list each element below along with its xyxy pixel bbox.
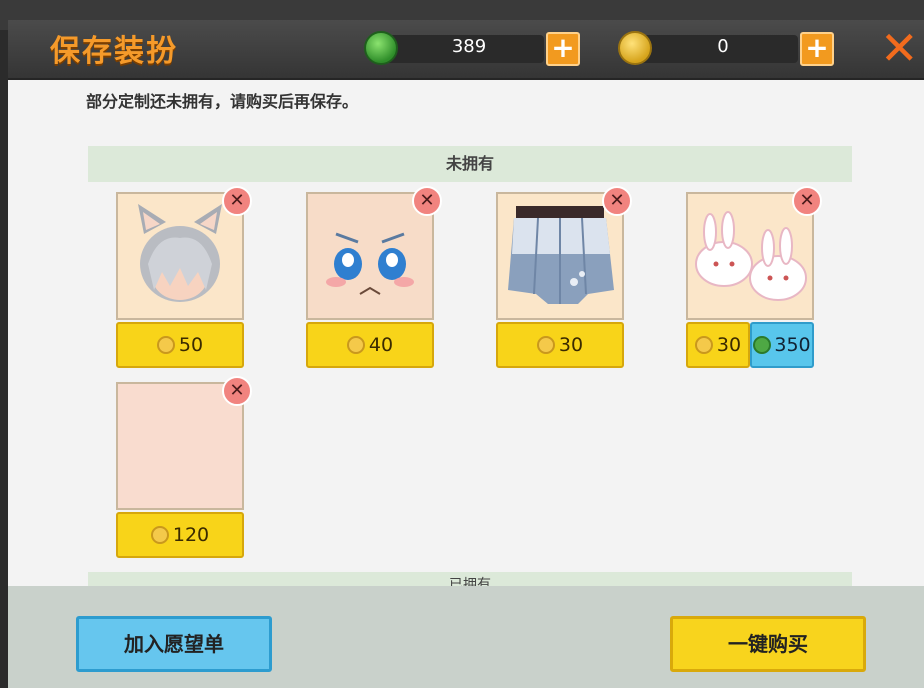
coin-price-button[interactable]: 40	[306, 322, 434, 368]
gem-count: 389	[451, 36, 487, 57]
item-skirt[interactable]: ✕ 30	[496, 186, 632, 372]
gold-coin-icon	[618, 31, 652, 65]
gem-icon	[753, 336, 772, 354]
add-coins-button[interactable]: +	[800, 32, 834, 66]
section-owned: 已拥有	[88, 572, 852, 586]
coin-price-button[interactable]: 30	[496, 322, 624, 368]
remove-item-icon[interactable]: ✕	[792, 186, 822, 216]
coin-price-button[interactable]: 50	[116, 322, 244, 368]
item-thumbnail	[686, 192, 814, 320]
coin-icon	[150, 526, 169, 544]
buy-all-button[interactable]: 一键购买	[670, 616, 866, 672]
coin-price-button[interactable]: 30	[686, 322, 750, 368]
gem-price-button[interactable]: 350	[750, 322, 814, 368]
coin-count: 0	[717, 36, 729, 57]
item-thumbnail	[116, 192, 244, 320]
section-not-owned: 未拥有	[88, 146, 852, 182]
coin-icon	[536, 336, 555, 354]
add-gems-button[interactable]: +	[546, 32, 580, 66]
add-to-wishlist-button[interactable]: 加入愿望单	[76, 616, 272, 672]
item-cat-ear-hair[interactable]: ✕ 50	[116, 186, 252, 372]
green-gem-icon	[364, 31, 398, 65]
dialog-header: 保存装扮 389 + 0 + ✕	[8, 20, 924, 80]
info-message: 部分定制还未拥有，请购买后再保存。	[86, 92, 359, 111]
remove-item-icon[interactable]: ✕	[602, 186, 632, 216]
item-skin-tone[interactable]: ✕ 120	[116, 376, 252, 562]
dialog-title: 保存装扮	[50, 34, 178, 69]
close-icon[interactable]: ✕	[880, 24, 924, 74]
coin-icon	[346, 336, 365, 354]
item-thumbnail	[306, 192, 434, 320]
item-thumbnail	[496, 192, 624, 320]
item-thumbnail	[116, 382, 244, 510]
remove-item-icon[interactable]: ✕	[222, 376, 252, 406]
remove-item-icon[interactable]: ✕	[222, 186, 252, 216]
remove-item-icon[interactable]: ✕	[412, 186, 442, 216]
item-crying-face[interactable]: ✕ 40	[306, 186, 442, 372]
coin-icon	[156, 336, 175, 354]
item-bunny-slippers[interactable]: ✕ 30 350	[686, 186, 822, 372]
save-outfit-dialog: 保存装扮 389 + 0 + ✕ 部分定制还未拥有，请购买后再保存。 未拥有 ✕…	[8, 20, 924, 688]
dialog-footer: 加入愿望单 一键购买	[8, 586, 924, 688]
coin-price-button[interactable]: 120	[116, 512, 244, 558]
coin-icon	[694, 336, 713, 354]
